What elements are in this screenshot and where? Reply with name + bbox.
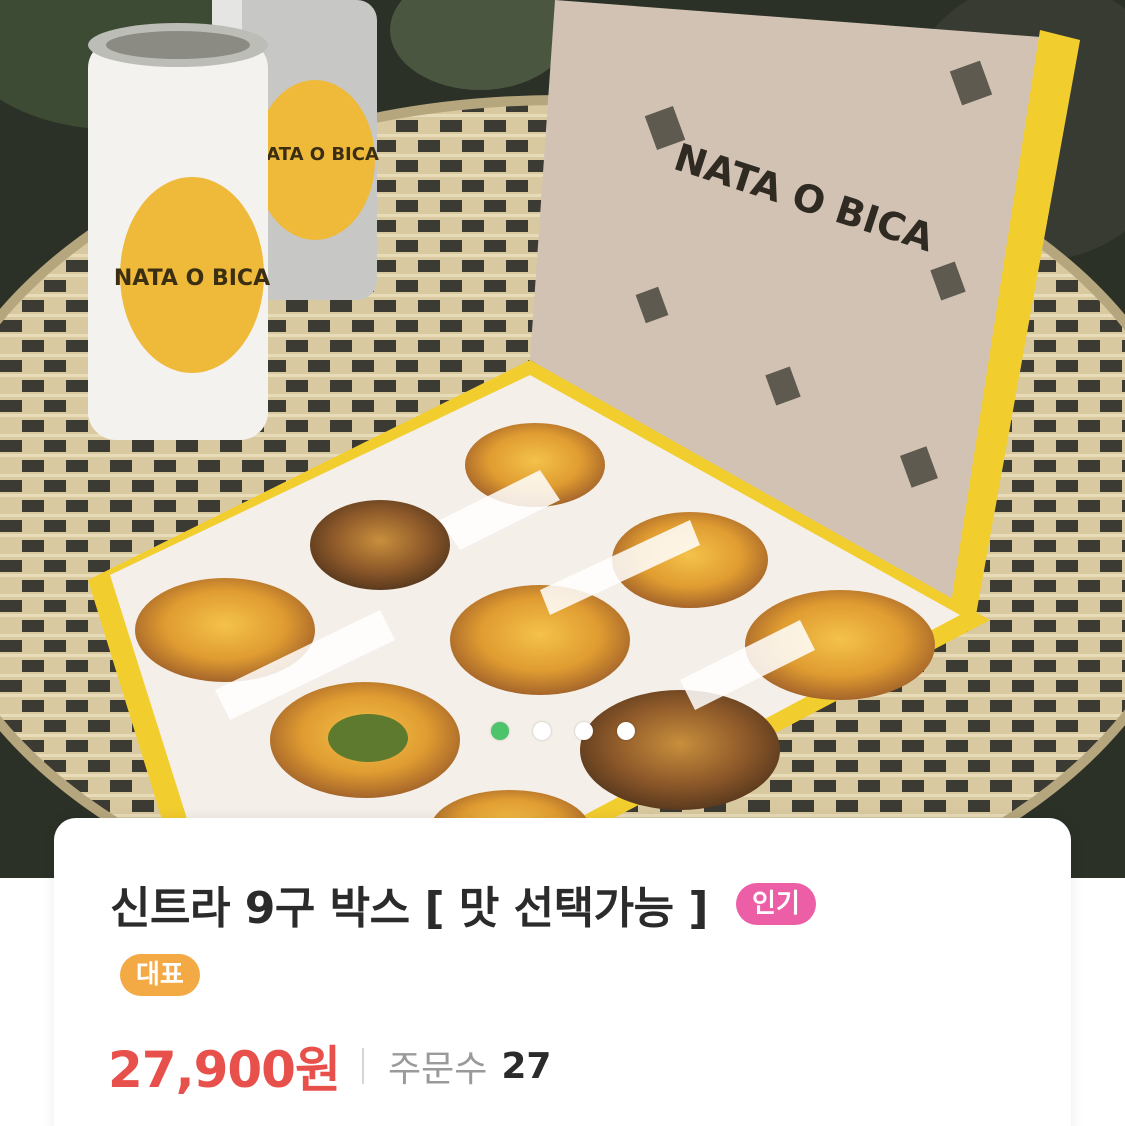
carousel-dot-4[interactable] [617,722,635,740]
svg-text:NATA O BICA: NATA O BICA [114,266,270,291]
product-hero-image[interactable]: NATA O BICA NATA O BICA NATA O BICA [0,0,1125,878]
product-info-card: 신트라 9구 박스 [ 맛 선택가능 ] 인기 대표 27,900원 주문수 2… [54,818,1071,1126]
product-price: 27,900원 [108,1041,341,1099]
product-detail-page: NATA O BICA NATA O BICA NATA O BICA 신트라 … [0,0,1125,1126]
divider [361,1048,364,1084]
carousel-dot-3[interactable] [575,722,593,740]
orders-label: 주문수 [387,1049,488,1090]
svg-text:NATA O BICA: NATA O BICA [251,144,379,165]
product-photo: NATA O BICA NATA O BICA NATA O BICA [0,0,1125,878]
price-row: 27,900원 주문수 27 [108,1030,551,1102]
product-title: 신트라 9구 박스 [ 맛 선택가능 ] [110,883,709,934]
representative-badge: 대표 [120,954,200,996]
carousel-dot-1[interactable] [491,722,509,740]
popular-badge: 인기 [736,883,816,925]
carousel-indicator [491,721,635,741]
title-row: 신트라 9구 박스 [ 맛 선택가능 ] 인기 [110,872,1030,936]
carousel-dot-2[interactable] [533,722,551,740]
orders-count: 27 [501,1045,552,1087]
